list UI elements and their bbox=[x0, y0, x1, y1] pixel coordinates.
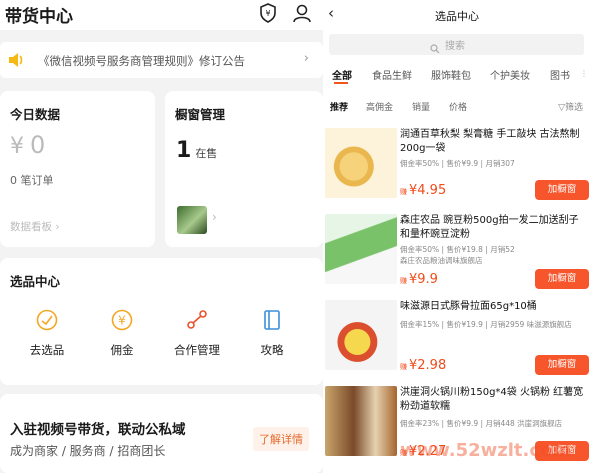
user-icon[interactable] bbox=[292, 3, 312, 27]
tab-beauty[interactable]: 个护美妆 bbox=[490, 67, 530, 82]
product-item[interactable]: 森庄农品 豌豆粉500g拍一发二加送刮子和量杯豌豆淀粉 佣金率50% | 售价¥… bbox=[323, 214, 591, 300]
search-icon bbox=[430, 39, 440, 58]
product-item[interactable]: 味滋源日式豚骨拉面65g*10桶 佣金率15% | 售价¥19.9 | 月销29… bbox=[323, 300, 591, 386]
selection-center-title: 选品中心 bbox=[10, 274, 61, 289]
go-select-button[interactable]: 去选品 bbox=[12, 308, 82, 358]
today-amount: ¥0 bbox=[10, 131, 45, 159]
join-banner: 入驻视频号带货，联动公私域 成为商家 / 服务商 / 招商团长 了解详情 bbox=[0, 394, 323, 473]
price-prefix-icon: 赚 bbox=[400, 277, 407, 285]
showcase-title: 橱窗管理 bbox=[175, 107, 226, 122]
tab-apparel[interactable]: 服饰鞋包 bbox=[431, 67, 471, 82]
watermark: www.52wzlt.com bbox=[400, 440, 572, 461]
header: 带货中心 ¥ bbox=[0, 0, 323, 30]
price-prefix-icon: 赚 bbox=[400, 188, 407, 196]
product-name: 润通百草秋梨 梨膏糖 手工敲块 古法熬制200g一袋 bbox=[400, 129, 580, 154]
svg-text:¥: ¥ bbox=[265, 9, 270, 18]
filter-label: 筛选 bbox=[564, 103, 583, 113]
cooperation-button[interactable]: 合作管理 bbox=[162, 308, 232, 358]
tab-all[interactable]: 全部 bbox=[332, 67, 352, 82]
product-image[interactable] bbox=[325, 300, 397, 370]
sort-price[interactable]: 价格 bbox=[449, 100, 467, 113]
today-data-card[interactable]: 今日数据 ¥0 0 笔订单 数据看板 › bbox=[0, 91, 155, 247]
product-thumbnail[interactable] bbox=[177, 206, 207, 234]
product-meta: 佣金率15% | 售价¥19.9 | 月销2959 味滋源旗舰店 bbox=[400, 320, 572, 329]
product-selection-panel: ‹ 选品中心 搜索 全部 食品生鲜 服饰鞋包 个护美妆 图书 ⋮ 推荐 高佣金 … bbox=[323, 0, 591, 473]
select-product-icon bbox=[36, 309, 58, 331]
filter-icon: ▽ bbox=[558, 103, 565, 113]
chevron-right-icon: › bbox=[303, 51, 309, 66]
announcement-text: 《微信视频号服务商管理规则》修订公告 bbox=[38, 54, 245, 68]
commission-label: 佣金 bbox=[110, 343, 134, 357]
announcement-bar[interactable]: 《微信视频号服务商管理规则》修订公告 › bbox=[0, 42, 323, 78]
product-price: 赚 ¥2.98 bbox=[400, 358, 447, 373]
showcase-management-card[interactable]: 橱窗管理 1 在售 › bbox=[165, 91, 323, 247]
go-select-label: 去选品 bbox=[29, 343, 65, 357]
search-input[interactable]: 搜索 bbox=[329, 34, 584, 55]
today-data-title: 今日数据 bbox=[10, 107, 61, 122]
product-shop: 森庄农品粮油调味旗舰店 bbox=[400, 256, 483, 265]
sort-sales[interactable]: 销量 bbox=[412, 100, 430, 113]
commission-button[interactable]: ¥ 佣金 bbox=[87, 308, 157, 358]
yen-coin-icon: ¥ bbox=[111, 309, 133, 331]
order-count: 0 笔订单 bbox=[10, 174, 54, 187]
product-name: 森庄农品 豌豆粉500g拍一发二加送刮子和量杯豌豆淀粉 bbox=[400, 215, 579, 240]
tab-food[interactable]: 食品生鲜 bbox=[372, 67, 412, 82]
join-title: 入驻视频号带货，联动公私域 bbox=[10, 422, 186, 438]
product-meta: 佣金率50% | 售价¥19.8 | 月销52 bbox=[400, 245, 515, 254]
cooperation-icon bbox=[187, 310, 207, 329]
data-board-link[interactable]: 数据看板 › bbox=[10, 219, 60, 234]
product-image[interactable] bbox=[325, 386, 397, 456]
add-to-showcase-button[interactable]: 加橱窗 bbox=[535, 355, 589, 375]
svg-text:¥: ¥ bbox=[118, 314, 126, 328]
currency-symbol: ¥ bbox=[10, 134, 24, 159]
join-subtitle: 成为商家 / 服务商 / 招商团长 bbox=[10, 444, 166, 458]
guide-button[interactable]: 攻略 bbox=[237, 308, 307, 358]
quick-actions: 去选品 ¥ 佣金 合作管理 攻略 bbox=[0, 308, 323, 378]
on-sale-number: 1 bbox=[176, 138, 192, 163]
product-name: 洪崖洞火锅川粉150g*4袋 火锅粉 红薯宽粉劲道软糯 bbox=[400, 387, 584, 412]
product-price: 赚 ¥4.95 bbox=[400, 183, 447, 198]
product-meta: 佣金率50% | 售价¥9.9 | 月销307 bbox=[400, 159, 515, 168]
product-meta: 佣金率23% | 售价¥9.9 | 月销448 洪崖洞旗舰店 bbox=[400, 419, 563, 428]
add-to-showcase-button[interactable]: 加橱窗 bbox=[535, 269, 589, 289]
product-item[interactable]: 润通百草秋梨 梨膏糖 手工敲块 古法熬制200g一袋 佣金率50% | 售价¥9… bbox=[323, 128, 591, 214]
on-sale-unit: 在售 bbox=[195, 147, 218, 160]
page-title: 带货中心 bbox=[5, 7, 73, 27]
sort-bar: 推荐 高佣金 销量 价格 ▽筛选 bbox=[323, 98, 591, 116]
guide-label: 攻略 bbox=[260, 343, 284, 357]
selection-center-card: 选品中心 去选品 ¥ 佣金 合作管理 攻略 bbox=[0, 258, 323, 385]
learn-more-button[interactable]: 了解详情 bbox=[253, 427, 309, 451]
page-title: 选品中心 bbox=[435, 10, 479, 23]
sort-recommended[interactable]: 推荐 bbox=[330, 100, 348, 113]
product-price: 赚 ¥9.9 bbox=[400, 272, 438, 287]
category-tabs: 全部 食品生鲜 服饰鞋包 个护美妆 图书 ⋮ bbox=[323, 64, 591, 84]
tab-books[interactable]: 图书 bbox=[550, 67, 570, 82]
on-sale-count: 1 在售 bbox=[176, 138, 217, 163]
book-icon bbox=[264, 310, 280, 330]
product-image[interactable] bbox=[325, 128, 397, 198]
product-name: 味滋源日式豚骨拉面65g*10桶 bbox=[400, 301, 537, 312]
active-tab-indicator bbox=[334, 82, 348, 84]
speaker-icon bbox=[8, 52, 26, 72]
add-to-showcase-button[interactable]: 加橱窗 bbox=[535, 180, 589, 200]
chevron-right-icon: › bbox=[212, 210, 217, 224]
shield-icon[interactable]: ¥ bbox=[259, 3, 277, 27]
product-image[interactable] bbox=[325, 214, 397, 284]
live-commerce-center-panel: 带货中心 ¥ 《微信视频号服务商管理规则》修订公告 › 今日数据 ¥0 0 笔订… bbox=[0, 0, 323, 473]
cooperation-label: 合作管理 bbox=[174, 343, 220, 357]
price-prefix-icon: 赚 bbox=[400, 363, 407, 371]
search-placeholder: 搜索 bbox=[445, 41, 465, 52]
amount-value: 0 bbox=[30, 131, 46, 159]
more-categories-icon[interactable]: ⋮ bbox=[580, 69, 588, 78]
sort-high-commission[interactable]: 高佣金 bbox=[366, 100, 393, 113]
filter-button[interactable]: ▽筛选 bbox=[558, 100, 583, 113]
